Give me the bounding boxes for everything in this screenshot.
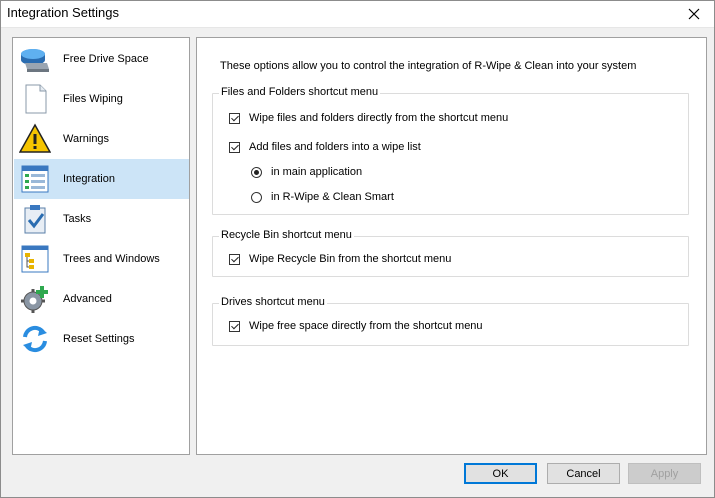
apply-button[interactable]: Apply: [628, 463, 701, 484]
wipe-free-space-checkbox[interactable]: Wipe free space directly from the shortc…: [229, 318, 483, 334]
integration-window-icon: [17, 161, 53, 197]
checkbox-label: Wipe free space directly from the shortc…: [249, 320, 483, 332]
radio-circle: [251, 191, 262, 203]
nav-item-warnings[interactable]: Warnings: [14, 119, 189, 159]
checkbox-label: Add files and folders into a wipe list: [249, 141, 421, 153]
radio-label: in main application: [271, 166, 363, 178]
intro-text: These options allow you to control the i…: [220, 60, 637, 72]
task-clipboard-icon: [17, 201, 53, 237]
nav-label: Advanced: [63, 293, 112, 305]
drives-group: Drives shortcut menu Wipe free space dir…: [212, 296, 689, 346]
checkbox-box: [229, 253, 240, 265]
nav-label: Files Wiping: [63, 93, 123, 105]
nav-label: Warnings: [63, 133, 110, 145]
nav-label: Free Drive Space: [63, 53, 149, 65]
nav-item-tasks[interactable]: Tasks: [14, 199, 189, 239]
settings-nav-list: Free Drive Space Files Wiping Warnings I…: [12, 37, 190, 455]
group-title: Files and Folders shortcut menu: [219, 86, 381, 98]
close-button[interactable]: [673, 0, 715, 27]
checkbox-box: [229, 112, 240, 124]
close-icon: [688, 8, 700, 19]
radio-circle: [251, 166, 262, 178]
wipe-files-checkbox[interactable]: Wipe files and folders directly from the…: [229, 110, 508, 126]
nav-label: Integration: [63, 173, 115, 185]
nav-label: Tasks: [63, 213, 92, 225]
cancel-button[interactable]: Cancel: [547, 463, 620, 484]
checkbox-label: Wipe files and folders directly from the…: [249, 112, 509, 124]
radio-label: in R-Wipe & Clean Smart: [271, 191, 394, 203]
radio-main-application[interactable]: in main application: [251, 164, 362, 180]
checkbox-box: [229, 141, 240, 153]
warning-icon: [17, 121, 53, 157]
document-icon: [17, 81, 53, 117]
nav-item-files-wiping[interactable]: Files Wiping: [14, 79, 189, 119]
wipe-recycle-bin-checkbox[interactable]: Wipe Recycle Bin from the shortcut menu: [229, 251, 451, 267]
nav-label: Trees and Windows: [63, 253, 160, 265]
title-bar: Integration Settings: [0, 0, 715, 28]
nav-item-advanced[interactable]: Advanced: [14, 279, 189, 319]
group-title: Drives shortcut menu: [219, 296, 327, 308]
recycle-bin-group: Recycle Bin shortcut menu Wipe Recycle B…: [212, 229, 689, 277]
drive-icon: [17, 41, 53, 77]
nav-item-free-drive-space[interactable]: Free Drive Space: [14, 39, 189, 79]
checkbox-box: [229, 320, 240, 332]
nav-item-trees-and-windows[interactable]: Trees and Windows: [14, 239, 189, 279]
nav-item-reset-settings[interactable]: Reset Settings: [14, 319, 189, 359]
integration-settings-panel: These options allow you to control the i…: [196, 37, 707, 455]
gear-plus-icon: [17, 281, 53, 317]
group-title: Recycle Bin shortcut menu: [219, 229, 354, 241]
reset-arrows-icon: [17, 321, 53, 357]
window-title: Integration Settings: [7, 5, 120, 20]
nav-label: Reset Settings: [63, 333, 135, 345]
ok-button[interactable]: OK: [464, 463, 537, 484]
files-folders-group: Files and Folders shortcut menu Wipe fil…: [212, 86, 689, 215]
add-to-wipe-list-checkbox[interactable]: Add files and folders into a wipe list: [229, 139, 421, 155]
checkbox-label: Wipe Recycle Bin from the shortcut menu: [249, 253, 452, 265]
tree-window-icon: [17, 241, 53, 277]
nav-item-integration[interactable]: Integration: [14, 159, 189, 199]
radio-rwipe-smart[interactable]: in R-Wipe & Clean Smart: [251, 189, 394, 205]
